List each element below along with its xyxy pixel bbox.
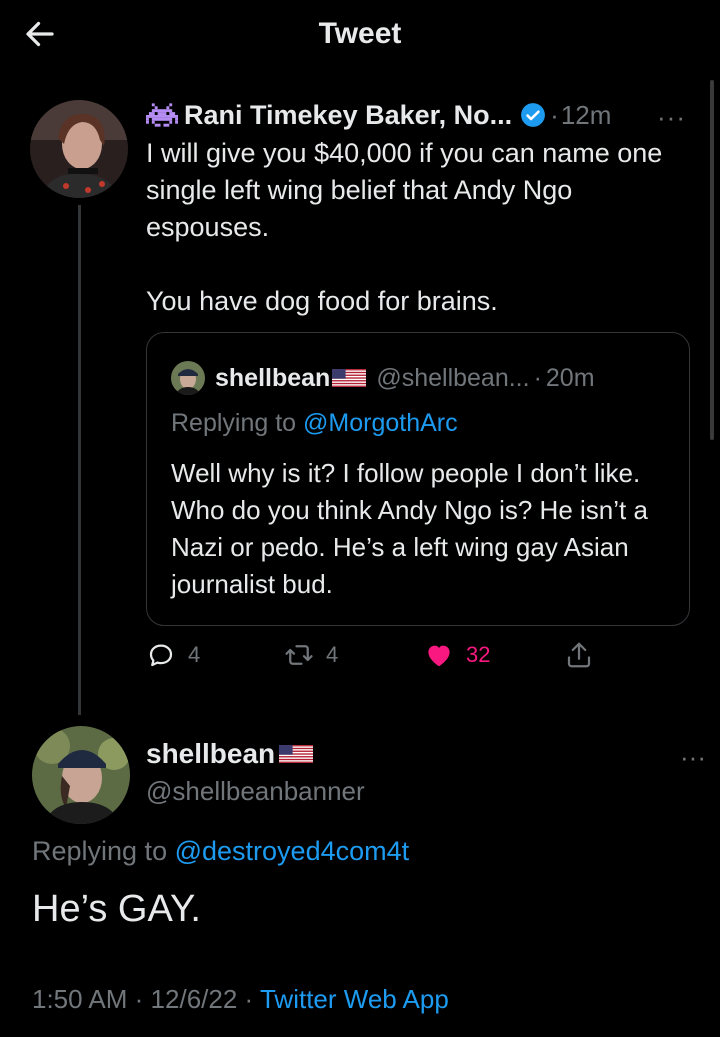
tweet-source-link[interactable]: Twitter Web App bbox=[260, 984, 449, 1014]
scrollbar[interactable] bbox=[710, 80, 714, 440]
separator-dot: · bbox=[533, 363, 542, 392]
more-options-icon[interactable]: ··· bbox=[657, 102, 686, 133]
share-icon bbox=[567, 642, 591, 668]
quote-handle: @shellbean... bbox=[376, 363, 530, 392]
retweet-button[interactable]: 4 bbox=[284, 640, 338, 670]
reply-count: 4 bbox=[188, 642, 201, 667]
replying-prefix: Replying to bbox=[32, 836, 168, 866]
reply-text: He’s GAY. bbox=[32, 888, 201, 930]
verified-badge-icon bbox=[521, 103, 546, 127]
tweet-text: I will give you $40,000 if you can name … bbox=[146, 138, 663, 316]
share-button[interactable] bbox=[564, 640, 606, 670]
quote-author-name: shellbean bbox=[215, 363, 331, 392]
thread-connector-line bbox=[78, 205, 81, 715]
author-name[interactable]: Rani Timekey Baker, No... bbox=[184, 100, 512, 131]
reply-replying-to: Replying to @destroyed4com4t bbox=[32, 836, 409, 867]
separator-dot: · bbox=[550, 99, 559, 130]
reply-handle[interactable]: @shellbeanbanner bbox=[146, 776, 365, 807]
us-flag-icon bbox=[332, 369, 367, 387]
reply-icon bbox=[149, 644, 173, 667]
quote-text: Well why is it? I follow people I don’t … bbox=[171, 458, 648, 599]
avatar-image bbox=[30, 100, 128, 198]
quote-time: 20m bbox=[545, 363, 595, 392]
quote-replying-to: Replying to @MorgothArc bbox=[171, 409, 458, 438]
replying-prefix: Replying to bbox=[171, 409, 297, 437]
reply-button[interactable]: 4 bbox=[146, 640, 200, 670]
alien-emoji-icon bbox=[146, 103, 178, 127]
separator-dot: · bbox=[134, 984, 144, 1014]
quote-header: shellbean @shellbean... · 20m bbox=[171, 361, 595, 395]
like-heart-icon bbox=[428, 645, 450, 667]
tweet-date: 12/6/22 bbox=[150, 984, 238, 1014]
retweet-count: 4 bbox=[326, 642, 339, 667]
avatar-image bbox=[32, 726, 130, 824]
separator-dot: · bbox=[244, 984, 254, 1014]
page-title: Tweet bbox=[318, 17, 402, 50]
like-button[interactable]: 32 bbox=[424, 640, 490, 670]
tweet-actions: 4 4 32 bbox=[146, 640, 606, 680]
more-options-icon[interactable]: ··· bbox=[680, 742, 706, 773]
avatar[interactable] bbox=[32, 726, 130, 824]
reply-author-name[interactable]: shellbean bbox=[146, 738, 275, 770]
quote-avatar bbox=[171, 361, 205, 395]
replying-to-link[interactable]: @MorgothArc bbox=[303, 409, 458, 437]
tweet-header: Rani Timekey Baker, No... · 12m bbox=[146, 96, 696, 134]
tweet-time: 1:50 AM bbox=[32, 984, 128, 1014]
reply-author[interactable]: shellbean bbox=[146, 738, 323, 770]
tweet-time[interactable]: 12m bbox=[561, 100, 612, 131]
thread-tweet[interactable]: Rani Timekey Baker, No... · 12m ··· I wi… bbox=[146, 96, 696, 320]
quoted-tweet[interactable]: shellbean @shellbean... · 20m Replying t… bbox=[146, 332, 690, 626]
retweet-icon bbox=[285, 645, 313, 665]
replying-to-link[interactable]: @destroyed4com4t bbox=[175, 836, 410, 866]
like-count: 32 bbox=[466, 642, 491, 667]
avatar[interactable] bbox=[30, 100, 128, 198]
tweet-timestamp-footer: 1:50 AM · 12/6/22 · Twitter Web App bbox=[32, 984, 449, 1015]
us-flag-icon bbox=[279, 745, 314, 763]
top-bar: Tweet bbox=[0, 0, 720, 70]
